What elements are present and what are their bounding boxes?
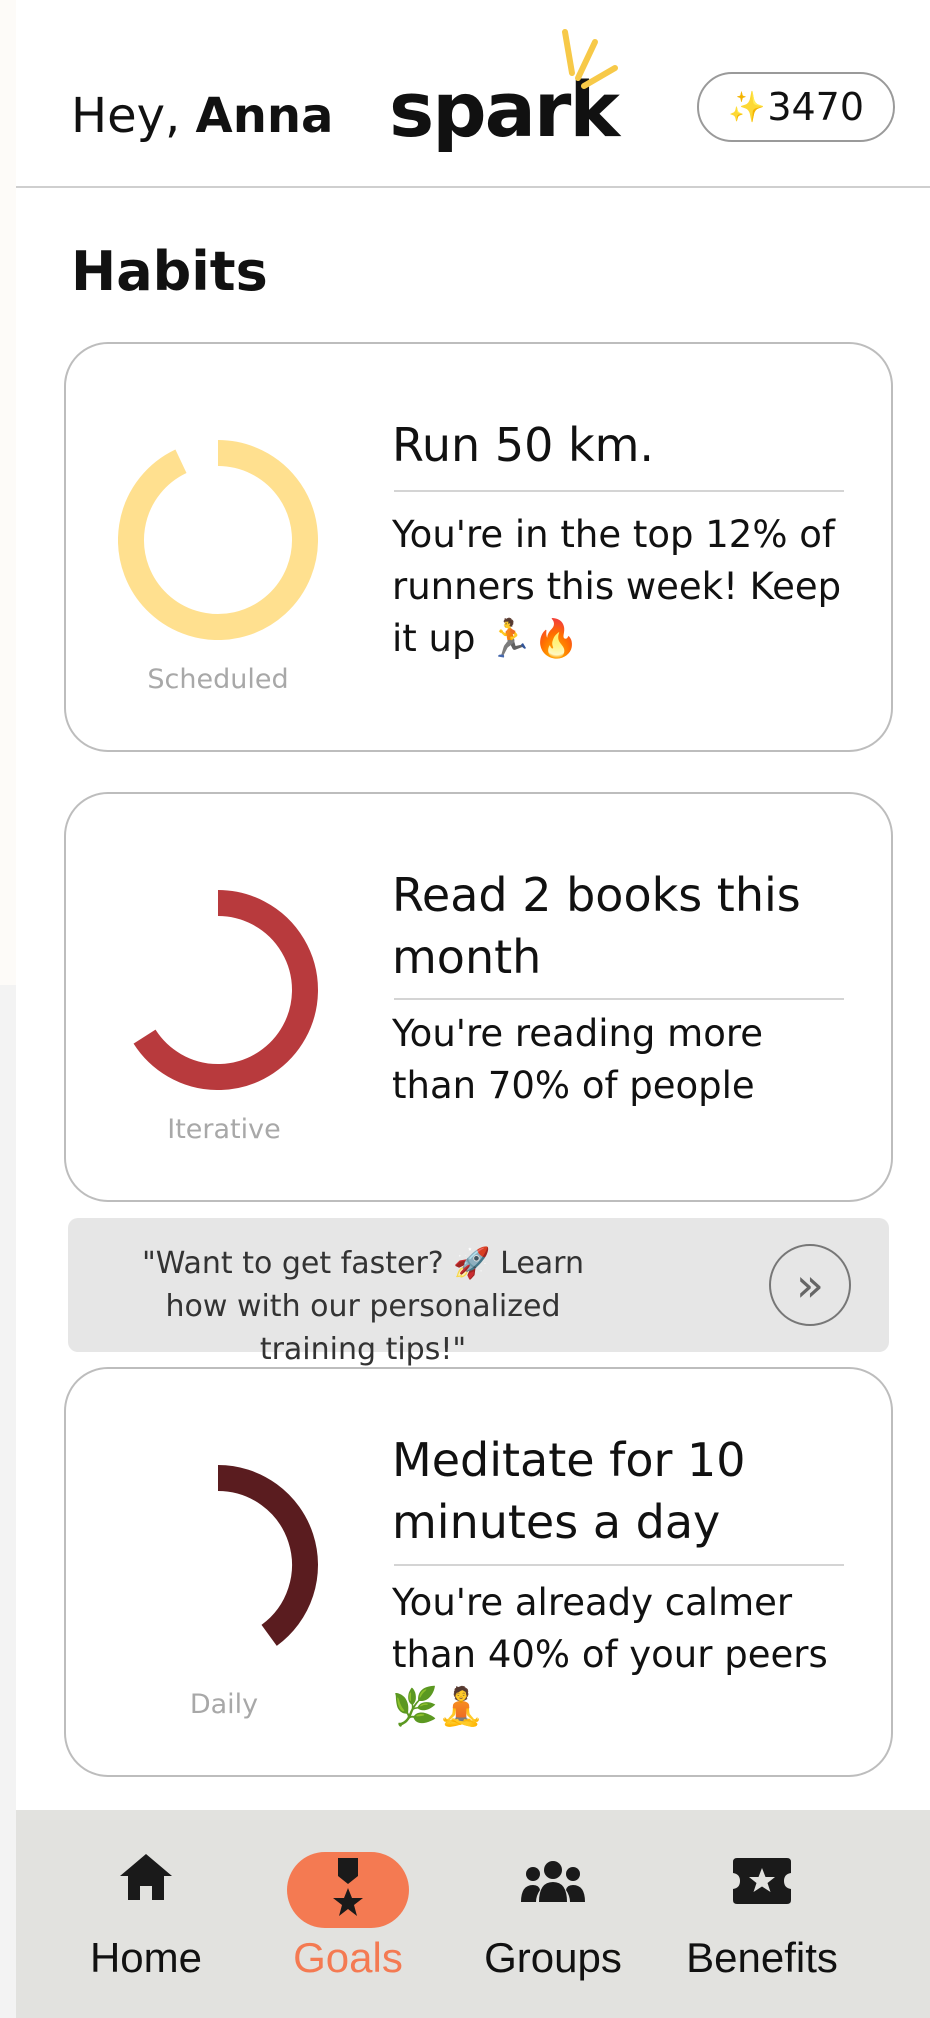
app-header: Hey, Anna spark ✨ 3470 (16, 0, 930, 188)
spark-rays-icon (562, 29, 618, 89)
app-screen: Hey, Anna spark ✨ 3470 Habits Scheduled … (16, 0, 930, 2018)
greeting: Hey, Anna (71, 88, 333, 144)
double-chevron-right-icon[interactable]: » (769, 1244, 851, 1326)
habit-card[interactable]: Scheduled Run 50 km. You're in the top 1… (64, 342, 893, 752)
promo-banner[interactable]: "Want to get faster? 🚀 Learn how with ou… (68, 1218, 889, 1367)
habit-message: You're in the top 12% of runners this we… (392, 513, 842, 660)
habit-card[interactable]: Iterative Read 2 books this month You're… (64, 792, 893, 1202)
card-divider (394, 490, 844, 492)
habit-title: Read 2 books this month (392, 868, 801, 984)
nav-item-goals[interactable]: Goals (238, 1810, 458, 2018)
spark-logo[interactable]: spark (389, 29, 620, 148)
habit-type-label: Daily (189, 1689, 259, 1720)
home-icon (120, 1854, 172, 1900)
nav-item-groups[interactable]: Groups (443, 1810, 663, 2018)
habit-title: Run 50 km. (392, 418, 655, 472)
medal-icon (333, 1858, 363, 1916)
nav-label-groups: Groups (484, 1934, 622, 1981)
sparkles-icon: ✨ (727, 89, 766, 125)
bottom-nav: Home Goals Groups Benefits (16, 1810, 930, 2018)
nav-item-home[interactable]: Home (36, 1810, 256, 2018)
points-value: 3470 (767, 85, 865, 129)
ticket-icon (733, 1858, 791, 1904)
section-title: Habits (71, 240, 268, 303)
progress-ring (118, 440, 318, 640)
card-divider (394, 998, 844, 1000)
habit-message: You're reading more than 70% of people (392, 1012, 764, 1107)
habit-title: Meditate for 10 minutes a day (392, 1433, 746, 1549)
points-badge[interactable]: ✨ 3470 (697, 72, 895, 142)
progress-ring (133, 890, 318, 1090)
progress-ring (217, 1465, 318, 1646)
user-name: Anna (195, 88, 334, 144)
habit-card[interactable]: Daily Meditate for 10 minutes a day You'… (64, 1367, 893, 1777)
promo-text: "Want to get faster? 🚀 Learn how with ou… (141, 1246, 585, 1367)
nav-item-benefits[interactable]: Benefits (652, 1810, 872, 2018)
greeting-prefix: Hey, (71, 88, 196, 144)
habit-type-label: Iterative (167, 1114, 281, 1145)
nav-label-benefits: Benefits (686, 1934, 838, 1981)
nav-label-home: Home (89, 1934, 203, 1981)
nav-label-goals: Goals (293, 1934, 403, 1981)
users-icon (521, 1861, 585, 1902)
card-divider (394, 1564, 844, 1566)
habit-type-label: Scheduled (147, 664, 289, 695)
habit-message: You're already calmer than 40% of your p… (392, 1581, 828, 1728)
